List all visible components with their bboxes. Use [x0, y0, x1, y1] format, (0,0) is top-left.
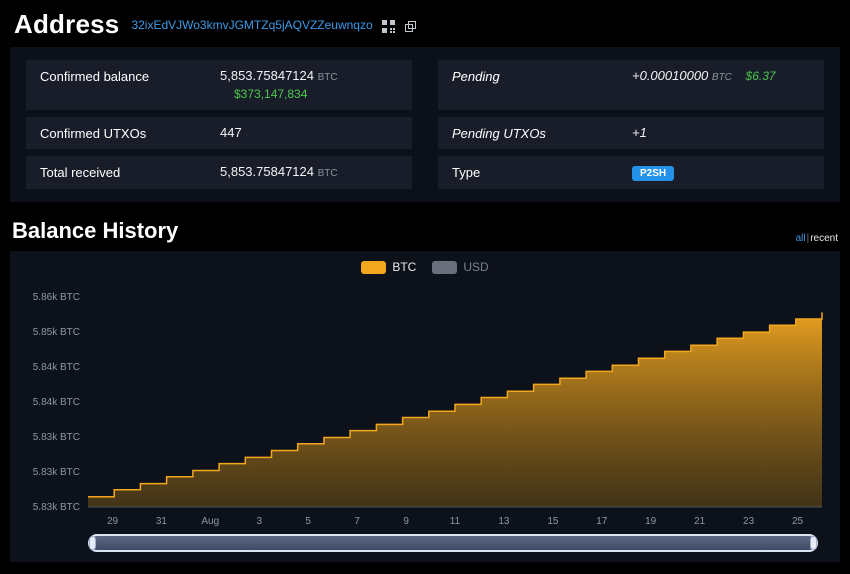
legend-item-btc[interactable]: BTC [361, 260, 416, 274]
total-received-value: 5,853.75847124 [220, 164, 314, 179]
confirmed-balance-value: 5,853.75847124 [220, 68, 314, 83]
balance-history-card: BTC USD 5.86k BTC 5.85k BTC 5.84k BTC 5.84k… [10, 251, 840, 562]
btc-unit: BTC [317, 168, 338, 179]
row-total-received: Total received 5,853.75847124 BTC [26, 156, 412, 189]
legend-item-usd[interactable]: USD [432, 260, 489, 274]
x-tick-label: 17 [596, 516, 608, 527]
chart-legend: BTC USD [10, 257, 840, 277]
x-tick-label: 5 [305, 516, 311, 527]
x-tick-label: 13 [498, 516, 510, 527]
row-pending: Pending +0.00010000 BTC $6.37 [438, 60, 824, 110]
row-label: Confirmed UTXOs [40, 126, 147, 141]
qr-code-icon[interactable] [381, 19, 395, 33]
row-confirmed-utxos: Confirmed UTXOs 447 [26, 117, 412, 149]
x-tick-label: Aug [201, 516, 219, 527]
y-tick-label: 5.86k BTC [33, 292, 80, 303]
y-tick-label: 5.83k BTC [33, 467, 80, 478]
type-badge: P2SH [632, 166, 675, 181]
x-tick-label: 7 [354, 516, 360, 527]
btc-legend-swatch [361, 260, 387, 274]
page-header: Address 32ixEdVJWo3kmvJGMTZq5jAQVZZeuwnq… [0, 0, 850, 47]
legend-label-btc: BTC [392, 260, 417, 274]
page-title: Address [14, 9, 120, 39]
row-type: Type P2SH [438, 156, 824, 189]
row-label: Pending [452, 69, 500, 84]
x-tick-label: 19 [645, 516, 657, 527]
pending-value: +0.00010000 [632, 68, 709, 83]
row-label: Total received [40, 165, 121, 180]
copy-icon[interactable] [404, 20, 417, 33]
x-tick-label: 15 [547, 516, 559, 527]
balance-history-title: Balance History [12, 218, 179, 243]
range-recent-link[interactable]: recent [810, 233, 838, 244]
row-label: Pending UTXOs [452, 126, 546, 141]
y-tick-label: 5.83k BTC [33, 502, 80, 513]
balance-history-header: Balance History all|recent [12, 218, 838, 244]
confirmed-utxos-value: 447 [220, 125, 242, 140]
x-tick-label: 9 [403, 516, 409, 527]
y-tick-label: 5.84k BTC [33, 397, 80, 408]
datazoom-slider[interactable] [88, 534, 818, 552]
x-tick-label: 25 [792, 516, 804, 527]
confirmed-balance-fiat: $373,147,834 [234, 87, 308, 101]
address-summary-card: Confirmed balance 5,853.75847124 BTC $37… [10, 47, 840, 202]
datazoom-right-handle[interactable] [810, 536, 817, 550]
usd-legend-swatch [432, 260, 458, 274]
datazoom-left-handle[interactable] [89, 536, 96, 550]
x-tick-label: 29 [107, 516, 119, 527]
y-tick-label: 5.85k BTC [33, 327, 80, 338]
x-tick-label: 23 [743, 516, 755, 527]
legend-label-usd: USD [463, 260, 489, 274]
x-tick-label: 31 [156, 516, 168, 527]
x-tick-label: 11 [450, 516, 461, 527]
range-separator: | [806, 233, 810, 244]
row-confirmed-balance: Confirmed balance 5,853.75847124 BTC $37… [26, 60, 412, 110]
pending-utxos-value: +1 [632, 125, 647, 140]
pending-fiat: $6.37 [745, 69, 776, 83]
y-tick-label: 5.84k BTC [33, 362, 80, 373]
address-page: Address 32ixEdVJWo3kmvJGMTZq5jAQVZZeuwnq… [0, 0, 850, 562]
row-label: Type [452, 165, 481, 180]
btc-unit: BTC [711, 72, 732, 83]
btc-unit: BTC [317, 72, 338, 83]
range-all-link[interactable]: all [796, 233, 806, 244]
row-pending-utxos: Pending UTXOs +1 [438, 117, 824, 149]
balance-history-chart[interactable]: 5.86k BTC 5.85k BTC 5.84k BTC 5.84k BTC 5.83… [10, 277, 840, 529]
range-links: all|recent [796, 233, 838, 244]
y-tick-label: 5.83k BTC [33, 432, 80, 443]
address-link[interactable]: 32ixEdVJWo3kmvJGMTZq5jAQVZZeuwnqzo [131, 18, 372, 32]
x-tick-label: 21 [694, 516, 706, 527]
x-tick-label: 3 [257, 516, 263, 527]
row-label: Confirmed balance [40, 69, 150, 84]
